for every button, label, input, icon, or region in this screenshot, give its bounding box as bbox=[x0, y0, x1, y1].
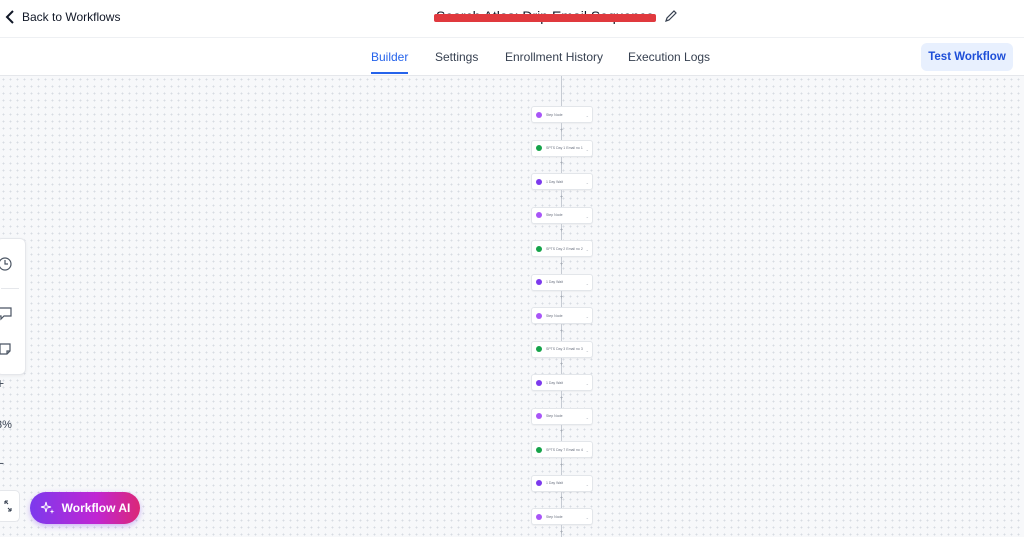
add-step-button[interactable]: + bbox=[559, 128, 564, 134]
workflow-node-label: 1 Day Wait bbox=[546, 481, 563, 485]
workflow-node-step[interactable]: Step Node ⌄ bbox=[531, 508, 593, 525]
step-action-icon bbox=[536, 413, 542, 419]
workflow-node-label: SPTS Day 1 Email no 1 bbox=[546, 146, 583, 150]
wait-action-icon bbox=[536, 279, 542, 285]
workflow-node-email[interactable]: SPTS Day 1 Email no 1 ⌄ bbox=[531, 139, 593, 157]
add-step-button[interactable]: + bbox=[559, 530, 564, 536]
chevron-down-icon[interactable]: ⌄ bbox=[586, 180, 589, 185]
workflow-node-label: 1 Day Wait bbox=[546, 179, 563, 184]
chevron-down-icon[interactable]: ⌄ bbox=[586, 448, 589, 453]
step-action-icon bbox=[536, 312, 542, 319]
chevron-down-icon[interactable]: ⌄ bbox=[586, 415, 589, 420]
history-icon[interactable] bbox=[0, 256, 13, 272]
workflow-node-wait[interactable]: 1 Day Wait ⌄ bbox=[531, 374, 593, 391]
chevron-down-icon[interactable]: ⌄ bbox=[586, 214, 589, 219]
add-step-button[interactable]: + bbox=[559, 295, 564, 301]
zoom-in-button[interactable]: + bbox=[0, 375, 12, 391]
fit-screen-icon bbox=[4, 500, 12, 512]
add-step-button[interactable]: + bbox=[559, 329, 564, 335]
chevron-down-icon[interactable]: ⌄ bbox=[586, 147, 589, 152]
wait-action-icon bbox=[536, 379, 542, 386]
pencil-icon[interactable] bbox=[664, 9, 678, 23]
workflow-node-email[interactable]: SPTS Day 7 Email no 4 ⌄ bbox=[531, 441, 593, 458]
step-action-icon bbox=[536, 212, 542, 218]
test-workflow-button[interactable]: Test Workflow bbox=[921, 43, 1013, 71]
workflow-node-label: Step Node bbox=[546, 414, 563, 418]
zoom-level: 3% bbox=[0, 419, 12, 431]
fit-screen-button[interactable] bbox=[0, 490, 20, 522]
add-step-button[interactable]: + bbox=[559, 463, 564, 469]
workflow-ai-label: Workflow AI bbox=[61, 501, 131, 515]
add-step-button[interactable]: + bbox=[559, 496, 564, 502]
step-action-icon bbox=[536, 111, 542, 118]
workflow-node-wait[interactable]: 1 Day Wait ⌄ bbox=[531, 474, 593, 492]
add-step-button[interactable]: + bbox=[559, 161, 564, 167]
back-to-workflows-link[interactable]: Back to Workflows bbox=[4, 10, 120, 24]
workflow-node-label: SPTS Day 3 Email no 3 bbox=[546, 347, 583, 351]
chevron-down-icon[interactable]: ⌄ bbox=[586, 281, 589, 286]
workflow-connector bbox=[561, 76, 562, 106]
workflow-node-email[interactable]: SPTS Day 2 Email no 2 ⌄ bbox=[531, 240, 593, 257]
workflow-ai-button[interactable]: Workflow AI bbox=[30, 492, 140, 524]
tab-execution-logs[interactable]: Execution Logs bbox=[628, 50, 710, 64]
workflow-node-label: Step Node bbox=[546, 112, 563, 117]
workflow-node-wait[interactable]: 1 Day Wait ⌄ bbox=[531, 273, 593, 291]
workflow-node-label: SPTS Day 7 Email no 4 bbox=[546, 447, 583, 452]
zoom-controls: + 3% − bbox=[0, 367, 20, 481]
back-label: Back to Workflows bbox=[22, 10, 121, 24]
chevron-down-icon[interactable]: ⌄ bbox=[586, 247, 589, 252]
workflow-node-wait[interactable]: 1 Day Wait ⌄ bbox=[531, 173, 593, 190]
toolbar-divider bbox=[1, 288, 19, 289]
top-bar: Back to Workflows Search Atlas: Drip Ema… bbox=[0, 0, 1024, 38]
workflow-node-label: Step Node bbox=[546, 514, 563, 519]
chevron-left-icon bbox=[5, 10, 14, 24]
email-action-icon bbox=[536, 346, 542, 352]
tab-settings[interactable]: Settings bbox=[435, 50, 478, 64]
zoom-out-button[interactable]: − bbox=[0, 455, 12, 471]
add-step-button[interactable]: + bbox=[559, 262, 564, 268]
workflow-node-email[interactable]: SPTS Day 3 Email no 3 ⌄ bbox=[531, 340, 593, 358]
wait-action-icon bbox=[536, 178, 542, 185]
workflow-node-label: Step Node bbox=[546, 313, 563, 318]
canvas-toolbar bbox=[0, 238, 26, 375]
tab-builder[interactable]: Builder bbox=[371, 50, 409, 74]
tab-enrollment-history[interactable]: Enrollment History bbox=[505, 50, 603, 64]
chevron-down-icon[interactable]: ⌄ bbox=[586, 314, 589, 319]
workflow-title-group: Search Atlas: Drip Email Sequence bbox=[434, 8, 678, 24]
workflow-node-step[interactable]: Step Node ⌄ bbox=[531, 106, 593, 123]
email-action-icon bbox=[536, 446, 542, 453]
workflow-node-label: 1 Day Wait bbox=[546, 380, 563, 385]
workflow-node-label: 1 Day Wait bbox=[546, 280, 563, 284]
chevron-down-icon[interactable]: ⌄ bbox=[586, 515, 589, 520]
workflow-title[interactable]: Search Atlas: Drip Email Sequence bbox=[434, 8, 656, 24]
wait-action-icon bbox=[536, 480, 542, 486]
email-action-icon bbox=[536, 145, 542, 151]
step-action-icon bbox=[536, 513, 542, 520]
note-icon[interactable] bbox=[0, 341, 13, 357]
workflow-node-label: Step Node bbox=[546, 213, 563, 217]
chevron-down-icon[interactable]: ⌄ bbox=[586, 381, 589, 386]
add-step-button[interactable]: + bbox=[559, 195, 564, 201]
add-step-button[interactable]: + bbox=[559, 228, 564, 234]
email-action-icon bbox=[536, 245, 542, 252]
chevron-down-icon[interactable]: ⌄ bbox=[586, 348, 589, 353]
chevron-down-icon[interactable]: ⌄ bbox=[586, 113, 589, 118]
workflow-canvas[interactable] bbox=[0, 76, 1024, 537]
chevron-down-icon[interactable]: ⌄ bbox=[586, 482, 589, 487]
workflow-node-step[interactable]: Step Node ⌄ bbox=[531, 407, 593, 425]
workflow-node-step[interactable]: Step Node ⌄ bbox=[531, 307, 593, 324]
add-step-button[interactable]: + bbox=[559, 396, 564, 402]
add-step-button[interactable]: + bbox=[559, 429, 564, 435]
workflow-node-label: SPTS Day 2 Email no 2 bbox=[546, 246, 583, 251]
workflow-node-step[interactable]: Step Node ⌄ bbox=[531, 206, 593, 224]
sparkle-icon bbox=[40, 501, 55, 514]
comment-icon[interactable] bbox=[0, 305, 13, 321]
add-step-button[interactable]: + bbox=[559, 362, 564, 368]
tab-bar: Builder Settings Enrollment History Exec… bbox=[0, 38, 1024, 76]
